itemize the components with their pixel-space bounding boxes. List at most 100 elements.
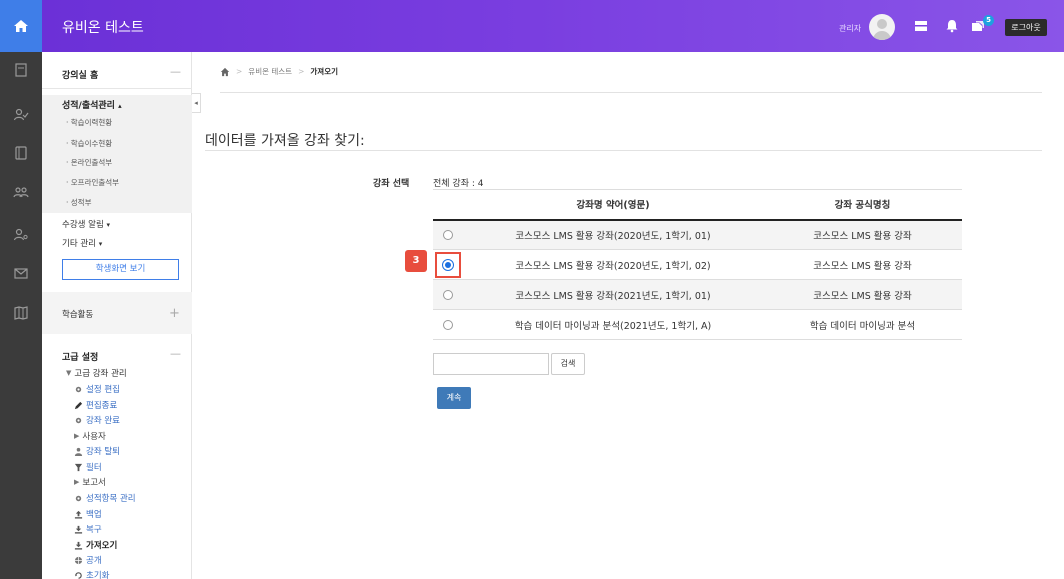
user-settings-icon[interactable] — [13, 227, 29, 243]
radio-cell — [433, 219, 463, 250]
restore-link[interactable]: 복구 — [74, 523, 102, 535]
item-label: 강좌 탈퇴 — [86, 447, 120, 457]
user-avatar[interactable] — [869, 14, 895, 40]
sidebar-subitem[interactable]: · 학습이력현황 — [66, 117, 112, 128]
sidebar-subitem[interactable]: · 성적부 — [66, 197, 91, 208]
sidebar-collapse-toggle[interactable]: ◂ — [192, 93, 201, 113]
course-radio[interactable] — [443, 319, 453, 330]
site-title[interactable]: 유비온 테스트 — [62, 17, 144, 37]
grades-attendance-menu[interactable]: 성적/출석관리 ▴ — [62, 98, 122, 111]
radio-cell — [433, 249, 463, 280]
course-complete-link[interactable]: 강좌 완료 — [74, 414, 120, 426]
advanced-settings-title: 고급 설정 — [62, 353, 99, 363]
gear-icon — [75, 386, 82, 392]
sidebar-subitem[interactable]: · 학습이수현황 — [66, 138, 112, 149]
home-button[interactable] — [0, 0, 42, 52]
calendar-icon[interactable] — [914, 19, 928, 33]
gear-icon — [75, 417, 82, 423]
caret-up-icon: ▴ — [118, 102, 122, 110]
sidebar-subitem[interactable]: · 온라인출석부 — [66, 157, 112, 168]
breadcrumb-course-link[interactable]: 유비온 테스트 — [248, 66, 292, 77]
reports-link[interactable]: ▶ 보고서 — [74, 476, 106, 488]
course-leave-link[interactable]: 강좌 탈퇴 — [74, 445, 120, 457]
subitem-label: 온라인출석부 — [70, 158, 113, 167]
map-icon[interactable] — [13, 305, 29, 321]
advanced-course-manage[interactable]: ▼ 고급 강좌 관리 — [66, 367, 127, 379]
full-name-column-header: 강좌 공식명칭 — [763, 189, 962, 221]
sidebar-subitem[interactable]: · 오프라인출석부 — [66, 177, 119, 188]
item-label: 편집종료 — [86, 401, 118, 411]
pencil-icon — [74, 401, 83, 409]
expand-plus-icon[interactable]: + — [169, 306, 180, 321]
icon-rail — [0, 52, 42, 579]
item-label: 강좌 완료 — [86, 416, 120, 426]
filter-link[interactable]: 필터 — [74, 461, 102, 473]
course-radio[interactable] — [443, 229, 453, 240]
course-short-name: 코스모스 LMS 활용 강좌(2021년도, 1학기, 01) — [463, 279, 763, 310]
table-row[interactable]: 학습 데이터 마이닝과 분석(2021년도, 1학기, A) 학습 데이터 마이… — [433, 309, 962, 340]
upload-icon — [74, 510, 83, 519]
item-label: 사용자 — [82, 432, 106, 442]
course-radio[interactable] — [443, 289, 453, 300]
course-short-name: 학습 데이터 마이닝과 분석(2021년도, 1학기, A) — [463, 309, 763, 340]
message-count-badge: 5 — [983, 15, 994, 26]
table-row[interactable]: 코스모스 LMS 활용 강좌(2020년도, 1학기, 02) 코스모스 LMS… — [433, 249, 962, 280]
grade-items-link[interactable]: 성적항목 관리 — [74, 492, 136, 504]
edit-end-link[interactable]: 편집종료 — [74, 399, 117, 411]
backup-link[interactable]: 백업 — [74, 508, 102, 520]
caret-down-icon: ▾ — [106, 221, 111, 229]
logout-button[interactable]: 로그아웃 — [1005, 19, 1047, 36]
triangle-down-icon: ▼ — [66, 369, 72, 377]
subitem-label: 학습이수현황 — [70, 139, 113, 148]
course-short-name: 코스모스 LMS 활용 강좌(2020년도, 1학기, 02) — [463, 249, 763, 280]
users-link[interactable]: ▶ 사용자 — [74, 430, 106, 442]
collapse-minus-icon[interactable]: — — [170, 347, 181, 360]
reset-link[interactable]: 초기화 — [74, 569, 109, 579]
student-notify-menu[interactable]: 수강생 알림 ▾ — [62, 218, 110, 230]
collapse-minus-icon[interactable]: — — [170, 65, 181, 78]
book-icon[interactable] — [13, 62, 29, 78]
subitem-label: 오프라인출석부 — [70, 178, 120, 187]
table-row[interactable]: 코스모스 LMS 활용 강좌(2021년도, 1학기, 01) 코스모스 LMS… — [433, 279, 962, 310]
learning-activity-link[interactable]: 학습활동 — [62, 308, 93, 320]
search-button[interactable]: 검색 — [551, 353, 585, 375]
item-label: 복구 — [86, 525, 102, 535]
course-sidebar: 강의실 홈 — 성적/출석관리 ▴ · 학습이력현황 · 학습이수현황 · 온라… — [42, 52, 192, 579]
breadcrumb-separator: > — [298, 67, 305, 76]
item-label: 필터 — [86, 463, 102, 473]
heading-divider — [205, 150, 1042, 151]
filter-icon — [74, 463, 83, 471]
users-icon[interactable] — [13, 185, 29, 201]
course-table: 강좌명 약어(영문) 강좌 공식명칭 코스모스 LMS 활용 강좌(2020년도… — [433, 189, 962, 340]
triangle-right-icon: ▶ — [74, 432, 80, 440]
course-full-name: 코스모스 LMS 활용 강좌 — [763, 219, 962, 250]
course-search-input[interactable] — [433, 353, 549, 375]
other-manage-menu[interactable]: 기타 관리 ▾ — [62, 237, 102, 249]
mail-icon[interactable] — [13, 265, 29, 281]
grades-attendance-label: 성적/출석관리 — [62, 101, 115, 111]
advanced-course-manage-label: 고급 강좌 관리 — [74, 369, 127, 379]
download-icon — [74, 525, 83, 534]
continue-button[interactable]: 계속 — [437, 387, 471, 409]
radio-cell — [433, 279, 463, 310]
course-radio-selected[interactable] — [442, 258, 454, 271]
student-view-button[interactable]: 학생화면 보기 — [62, 259, 179, 280]
sidebar-divider — [42, 88, 192, 89]
triangle-right-icon: ▶ — [74, 478, 80, 486]
settings-edit-link[interactable]: 설정 편집 — [74, 383, 120, 395]
item-label: 보고서 — [82, 478, 106, 488]
import-link[interactable]: 가져오기 — [74, 539, 117, 551]
user-check-icon[interactable] — [13, 107, 29, 123]
gear-icon — [75, 495, 82, 501]
item-label: 설정 편집 — [86, 385, 120, 395]
download-icon — [74, 541, 83, 550]
classroom-home-link[interactable]: 강의실 홈 — [62, 68, 98, 81]
person-icon — [74, 447, 83, 456]
breadcrumb-separator: > — [236, 67, 243, 76]
publish-link[interactable]: 공개 — [74, 554, 102, 566]
bell-icon[interactable] — [945, 19, 959, 33]
notebook-icon[interactable] — [13, 145, 29, 161]
home-icon[interactable] — [220, 67, 230, 77]
table-row[interactable]: 코스모스 LMS 활용 강좌(2020년도, 1학기, 01) 코스모스 LMS… — [433, 219, 962, 250]
course-select-label: 강좌 선택 — [373, 179, 410, 189]
